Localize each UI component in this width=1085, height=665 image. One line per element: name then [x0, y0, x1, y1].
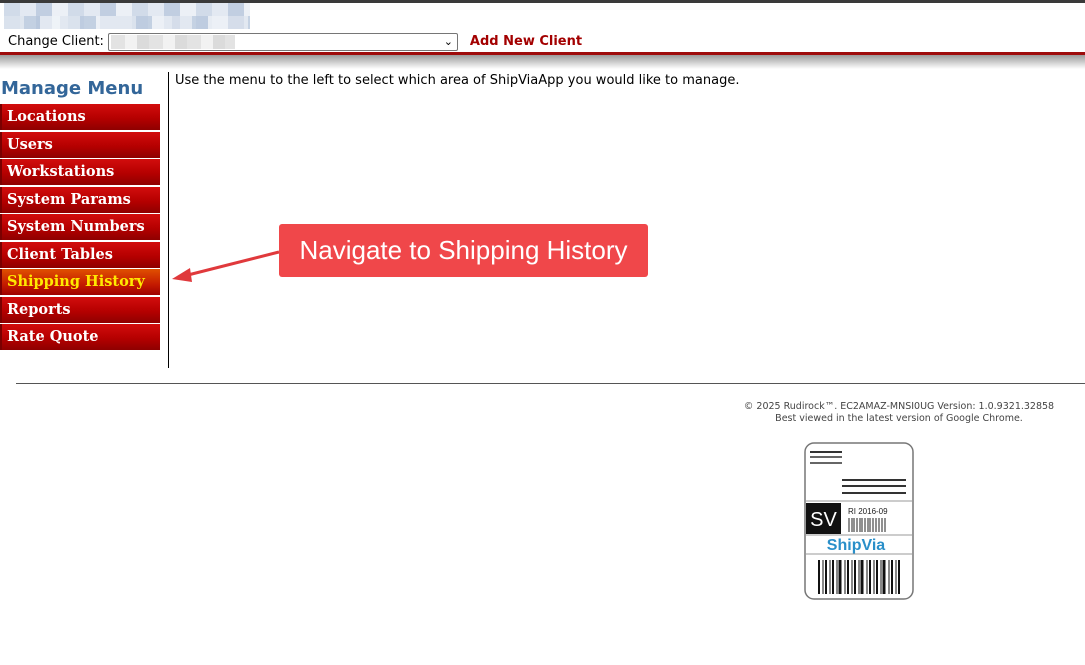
sidebar-item-system-params[interactable]: System Params [0, 186, 160, 213]
footer-divider [16, 383, 1085, 384]
navigation-callout: Navigate to Shipping History [279, 224, 648, 277]
change-client-label: Change Client: [8, 34, 104, 49]
sidebar-item-locations[interactable]: Locations [0, 104, 160, 130]
sidebar-item-reports[interactable]: Reports [0, 296, 160, 323]
content-divider [168, 72, 169, 368]
footer-copyright: © 2025 Rudirock™. EC2AMAZ-MNSI0UG Versio… [743, 401, 1055, 412]
sidebar-item-rate-quote[interactable]: Rate Quote [0, 324, 160, 350]
menu-list: Locations Users Workstations System Para… [0, 104, 162, 350]
app-logo-redacted [4, 3, 250, 29]
footer: © 2025 Rudirock™. EC2AMAZ-MNSI0UG Versio… [640, 401, 1080, 425]
badge-code: RI 2016-09 [848, 507, 888, 516]
client-bar: Change Client: ⌄ Add New Client [8, 33, 582, 51]
sidebar-item-client-tables[interactable]: Client Tables [0, 241, 160, 268]
client-select-value-redacted [110, 35, 235, 49]
shipvia-logo-badge: SV RI 2016-09 ShipVia [804, 442, 914, 600]
badge-initials: SV [810, 509, 837, 531]
main-instructions: Use the menu to the left to select which… [175, 73, 740, 88]
callout-arrow-icon [172, 250, 280, 282]
client-select[interactable]: ⌄ [107, 33, 458, 51]
add-new-client-link[interactable]: Add New Client [470, 33, 582, 51]
footer-browser-note: Best viewed in the latest version of Goo… [775, 413, 1023, 424]
sidebar-item-users[interactable]: Users [0, 131, 160, 158]
sidebar-item-system-numbers[interactable]: System Numbers [0, 214, 160, 240]
manage-menu: Manage Menu Locations Users Workstations… [0, 78, 162, 352]
badge-brand: ShipVia [827, 537, 885, 554]
header-shadow [0, 55, 1085, 69]
sidebar-item-shipping-history[interactable]: Shipping History [0, 269, 160, 295]
chevron-down-icon: ⌄ [443, 35, 453, 48]
manage-menu-title: Manage Menu [1, 78, 144, 99]
sidebar-item-workstations[interactable]: Workstations [0, 159, 160, 185]
